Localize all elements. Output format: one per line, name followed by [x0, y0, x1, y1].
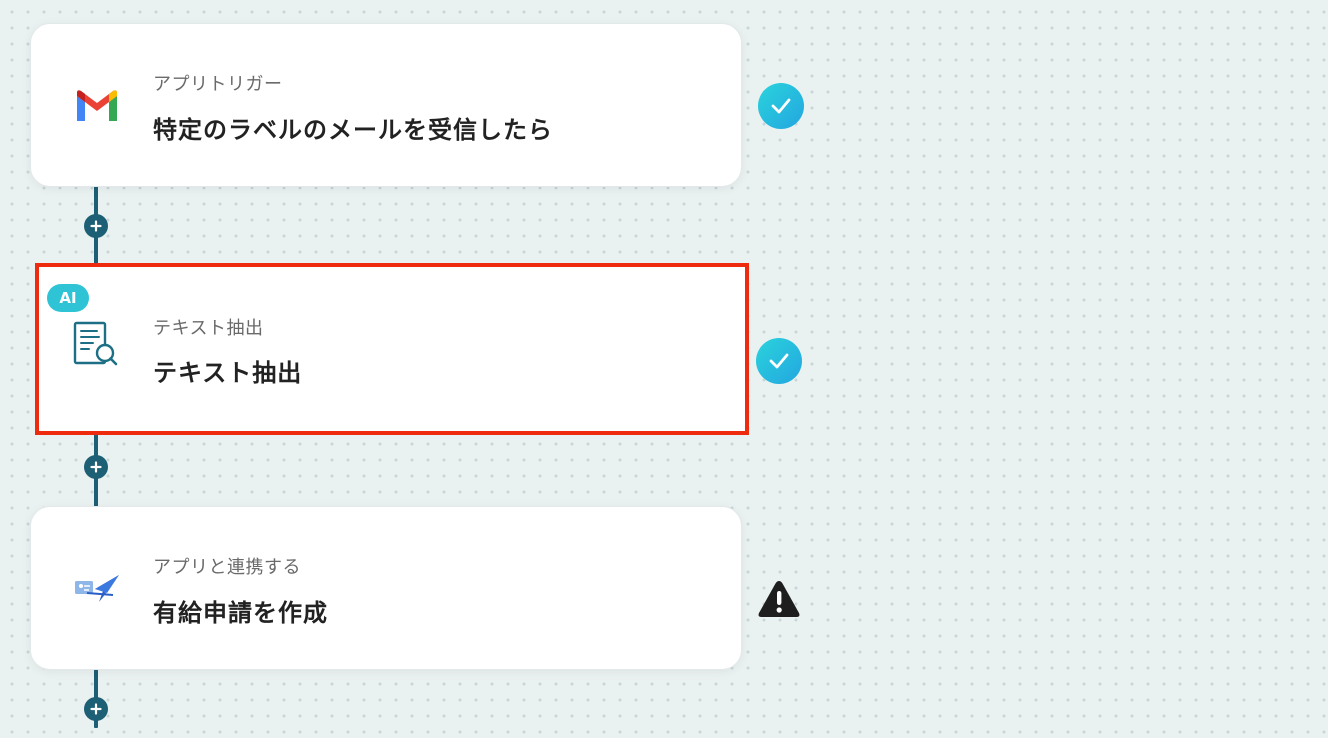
add-step-button[interactable] [84, 214, 108, 238]
flow-step-card[interactable]: アプリトリガー 特定のラベルのメールを受信したら [30, 23, 742, 187]
step-title: 特定のラベルのメールを受信したら [153, 116, 553, 144]
flow-step-card-selected[interactable]: AI テキスト抽出 テキスト抽出 [35, 263, 749, 435]
ai-badge: AI [47, 284, 89, 312]
step-type-label: テキスト抽出 [153, 318, 264, 339]
app-airplane-icon [71, 563, 123, 615]
status-complete [758, 83, 804, 129]
step-title: 有給申請を作成 [153, 599, 328, 627]
document-search-icon [69, 319, 121, 371]
plus-icon [90, 461, 102, 473]
step-type-label: アプリトリガー [153, 74, 283, 95]
status-complete [756, 338, 802, 384]
plus-icon [90, 703, 102, 715]
status-warning [756, 576, 802, 622]
check-circle-icon [756, 338, 802, 384]
gmail-icon [71, 80, 123, 132]
flow-step-card[interactable]: アプリと連携する 有給申請を作成 [30, 506, 742, 670]
add-step-button[interactable] [84, 455, 108, 479]
warning-icon [758, 581, 800, 617]
plus-icon [90, 220, 102, 232]
check-circle-icon [758, 83, 804, 129]
step-type-label: アプリと連携する [153, 557, 301, 578]
step-title: テキスト抽出 [153, 359, 303, 387]
add-step-button[interactable] [84, 697, 108, 721]
